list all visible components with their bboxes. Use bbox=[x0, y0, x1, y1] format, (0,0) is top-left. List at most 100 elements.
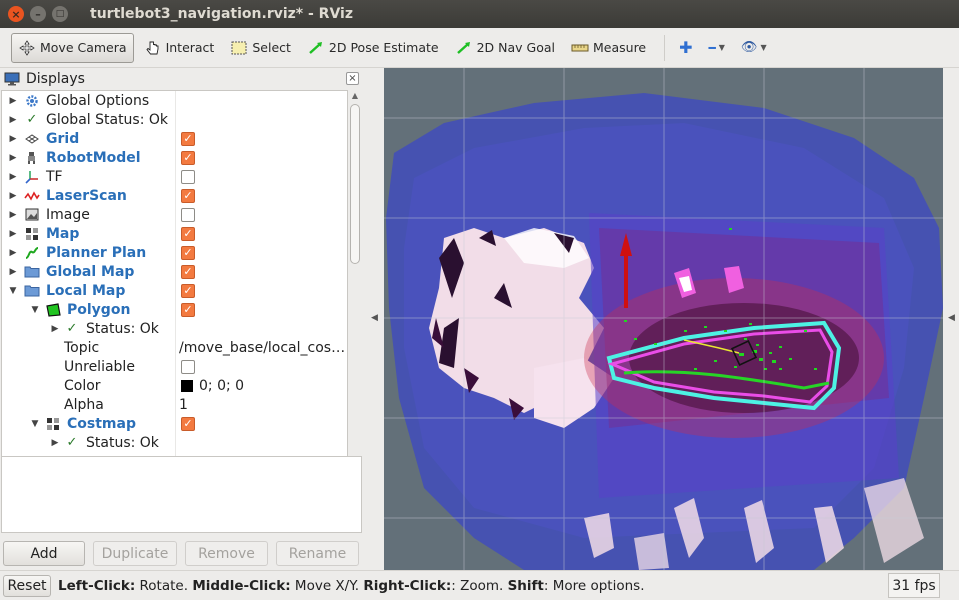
displays-tree[interactable]: ▶ Global Options ▶ ✓ Global Status: Ok ▶… bbox=[1, 90, 348, 518]
expand-arrow-icon[interactable]: ▶ bbox=[8, 115, 18, 125]
expand-arrow-icon[interactable]: ▶ bbox=[50, 438, 60, 448]
hint-left-text: Rotate. bbox=[135, 578, 193, 594]
global-map-enable-checkbox[interactable] bbox=[181, 264, 195, 279]
tree-row-label: Image bbox=[46, 206, 90, 223]
tree-row-polygon[interactable]: ▼ Polygon bbox=[2, 300, 347, 319]
robotmodel-enable-checkbox[interactable] bbox=[181, 150, 195, 165]
scrollbar-thumb[interactable] bbox=[350, 104, 360, 264]
add-button[interactable]: Add bbox=[3, 541, 85, 566]
left-panel-splitter[interactable]: ◀ bbox=[364, 69, 384, 570]
scroll-up-icon[interactable]: ▲ bbox=[349, 91, 361, 100]
tree-row-robotmodel[interactable]: ▶ RobotModel bbox=[2, 148, 347, 167]
fps-counter: 31 fps bbox=[888, 573, 940, 598]
path-icon bbox=[24, 245, 40, 260]
render-viewport[interactable] bbox=[384, 68, 943, 570]
tree-row-label: Map bbox=[46, 225, 80, 242]
add-tool-button[interactable]: ✚ bbox=[673, 33, 698, 63]
alpha-value[interactable]: 1 bbox=[179, 397, 188, 413]
interact-label: Interact bbox=[165, 40, 215, 55]
remove-tool-button[interactable]: ━ ▼ bbox=[703, 33, 731, 63]
expand-arrow-icon[interactable]: ▼ bbox=[8, 286, 18, 296]
image-enable-checkbox[interactable] bbox=[181, 207, 195, 222]
image-icon bbox=[24, 207, 40, 222]
expand-arrow-icon[interactable]: ▶ bbox=[8, 210, 18, 220]
right-panel-splitter[interactable]: ◀ bbox=[943, 69, 959, 570]
reset-button-label: Reset bbox=[7, 578, 47, 594]
grid-enable-checkbox[interactable] bbox=[181, 131, 195, 146]
expand-arrow-icon[interactable]: ▶ bbox=[8, 96, 18, 106]
interact-tool[interactable]: Interact bbox=[138, 33, 221, 63]
add-button-label: Add bbox=[30, 545, 58, 562]
tree-row-alpha[interactable]: Alpha 1 bbox=[2, 395, 347, 414]
unreliable-checkbox[interactable] bbox=[181, 359, 195, 374]
expand-arrow-icon[interactable]: ▶ bbox=[8, 172, 18, 182]
tree-row-tf[interactable]: ▶ TF bbox=[2, 167, 347, 186]
fps-label: 31 fps bbox=[892, 577, 936, 594]
laserscan-enable-checkbox[interactable] bbox=[181, 188, 195, 203]
costmap-enable-checkbox[interactable] bbox=[181, 416, 195, 431]
checkmark-icon: ✓ bbox=[66, 435, 78, 450]
color-swatch[interactable] bbox=[181, 379, 193, 392]
robot-icon bbox=[24, 150, 40, 165]
folder-icon bbox=[24, 264, 40, 279]
displays-scrollbar[interactable]: ▲ ▼ bbox=[349, 90, 361, 518]
tree-row-unreliable[interactable]: Unreliable bbox=[2, 357, 347, 376]
toolbar: Move Camera Interact Select 2D Pose Esti… bbox=[0, 28, 959, 68]
tree-row-costmap-status[interactable]: ▶ ✓ Status: Ok bbox=[2, 433, 347, 452]
window-close-button[interactable]: × bbox=[8, 6, 24, 22]
expand-arrow-icon[interactable]: ▶ bbox=[8, 229, 18, 239]
nav-goal-tool[interactable]: 2D Nav Goal bbox=[449, 33, 561, 63]
tree-row-costmap[interactable]: ▼ Costmap bbox=[2, 414, 347, 433]
expand-arrow-icon[interactable]: ▼ bbox=[30, 419, 40, 429]
checkmark-icon: ✓ bbox=[66, 321, 78, 336]
expand-arrow-icon[interactable]: ▼ bbox=[30, 305, 40, 315]
topic-value[interactable]: /move_base/local_cos… bbox=[179, 340, 345, 356]
window-maximize-button[interactable]: □ bbox=[52, 6, 68, 22]
rename-button-label: Rename bbox=[288, 545, 347, 562]
tree-row-map[interactable]: ▶ Map bbox=[2, 224, 347, 243]
tree-row-global-options[interactable]: ▶ Global Options bbox=[2, 91, 347, 110]
tree-row-local-map[interactable]: ▼ Local Map bbox=[2, 281, 347, 300]
green-arrow-icon bbox=[307, 40, 325, 56]
color-value[interactable]: 0; 0; 0 bbox=[199, 378, 244, 394]
expand-arrow-icon[interactable]: ▶ bbox=[8, 153, 18, 163]
tree-row-laserscan[interactable]: ▶ LaserScan bbox=[2, 186, 347, 205]
expand-arrow-icon[interactable]: ▶ bbox=[50, 324, 60, 334]
tree-row-image[interactable]: ▶ Image bbox=[2, 205, 347, 224]
tree-row-polygon-status[interactable]: ▶ ✓ Status: Ok bbox=[2, 319, 347, 338]
folder-open-icon bbox=[24, 283, 40, 298]
window-minimize-button[interactable]: – bbox=[30, 6, 46, 22]
expand-arrow-icon[interactable]: ▶ bbox=[8, 191, 18, 201]
displays-panel-header: Displays × bbox=[0, 69, 364, 89]
expand-arrow-icon[interactable]: ▶ bbox=[8, 248, 18, 258]
planner-plan-enable-checkbox[interactable] bbox=[181, 245, 195, 260]
measure-tool[interactable]: Measure bbox=[565, 33, 652, 63]
tree-row-color[interactable]: Color 0; 0; 0 bbox=[2, 376, 347, 395]
displays-close-button[interactable]: × bbox=[346, 72, 359, 85]
tree-row-label: RobotModel bbox=[46, 149, 141, 166]
pose-estimate-tool[interactable]: 2D Pose Estimate bbox=[301, 33, 445, 63]
collapse-left-icon[interactable]: ◀ bbox=[371, 313, 378, 323]
checkmark-icon: ✓ bbox=[26, 112, 38, 127]
tool-properties-button[interactable]: 👁 ▼ bbox=[735, 33, 773, 63]
tree-row-topic[interactable]: Topic /move_base/local_cos… bbox=[2, 338, 347, 357]
map-enable-checkbox[interactable] bbox=[181, 226, 195, 241]
expand-arrow-icon[interactable]: ▶ bbox=[8, 267, 18, 277]
hint-middle-text: Move X/Y. bbox=[290, 578, 364, 594]
reset-button[interactable]: Reset bbox=[3, 575, 51, 597]
local-map-enable-checkbox[interactable] bbox=[181, 283, 195, 298]
expand-arrow-icon[interactable]: ▶ bbox=[8, 134, 18, 144]
tree-row-label: Polygon bbox=[67, 301, 131, 318]
tree-row-global-map[interactable]: ▶ Global Map bbox=[2, 262, 347, 281]
window-title: turtlebot3_navigation.rviz* - RViz bbox=[90, 6, 353, 22]
navigation-scene bbox=[384, 68, 943, 570]
tree-row-grid[interactable]: ▶ Grid bbox=[2, 129, 347, 148]
move-camera-tool[interactable]: Move Camera bbox=[11, 32, 134, 63]
collapse-right-icon[interactable]: ◀ bbox=[948, 313, 955, 323]
tree-row-global-status[interactable]: ▶ ✓ Global Status: Ok bbox=[2, 110, 347, 129]
polygon-enable-checkbox[interactable] bbox=[181, 302, 195, 317]
select-tool[interactable]: Select bbox=[224, 33, 297, 63]
property-label: Topic bbox=[64, 339, 100, 356]
tree-row-planner-plan[interactable]: ▶ Planner Plan bbox=[2, 243, 347, 262]
tf-enable-checkbox[interactable] bbox=[181, 169, 195, 184]
